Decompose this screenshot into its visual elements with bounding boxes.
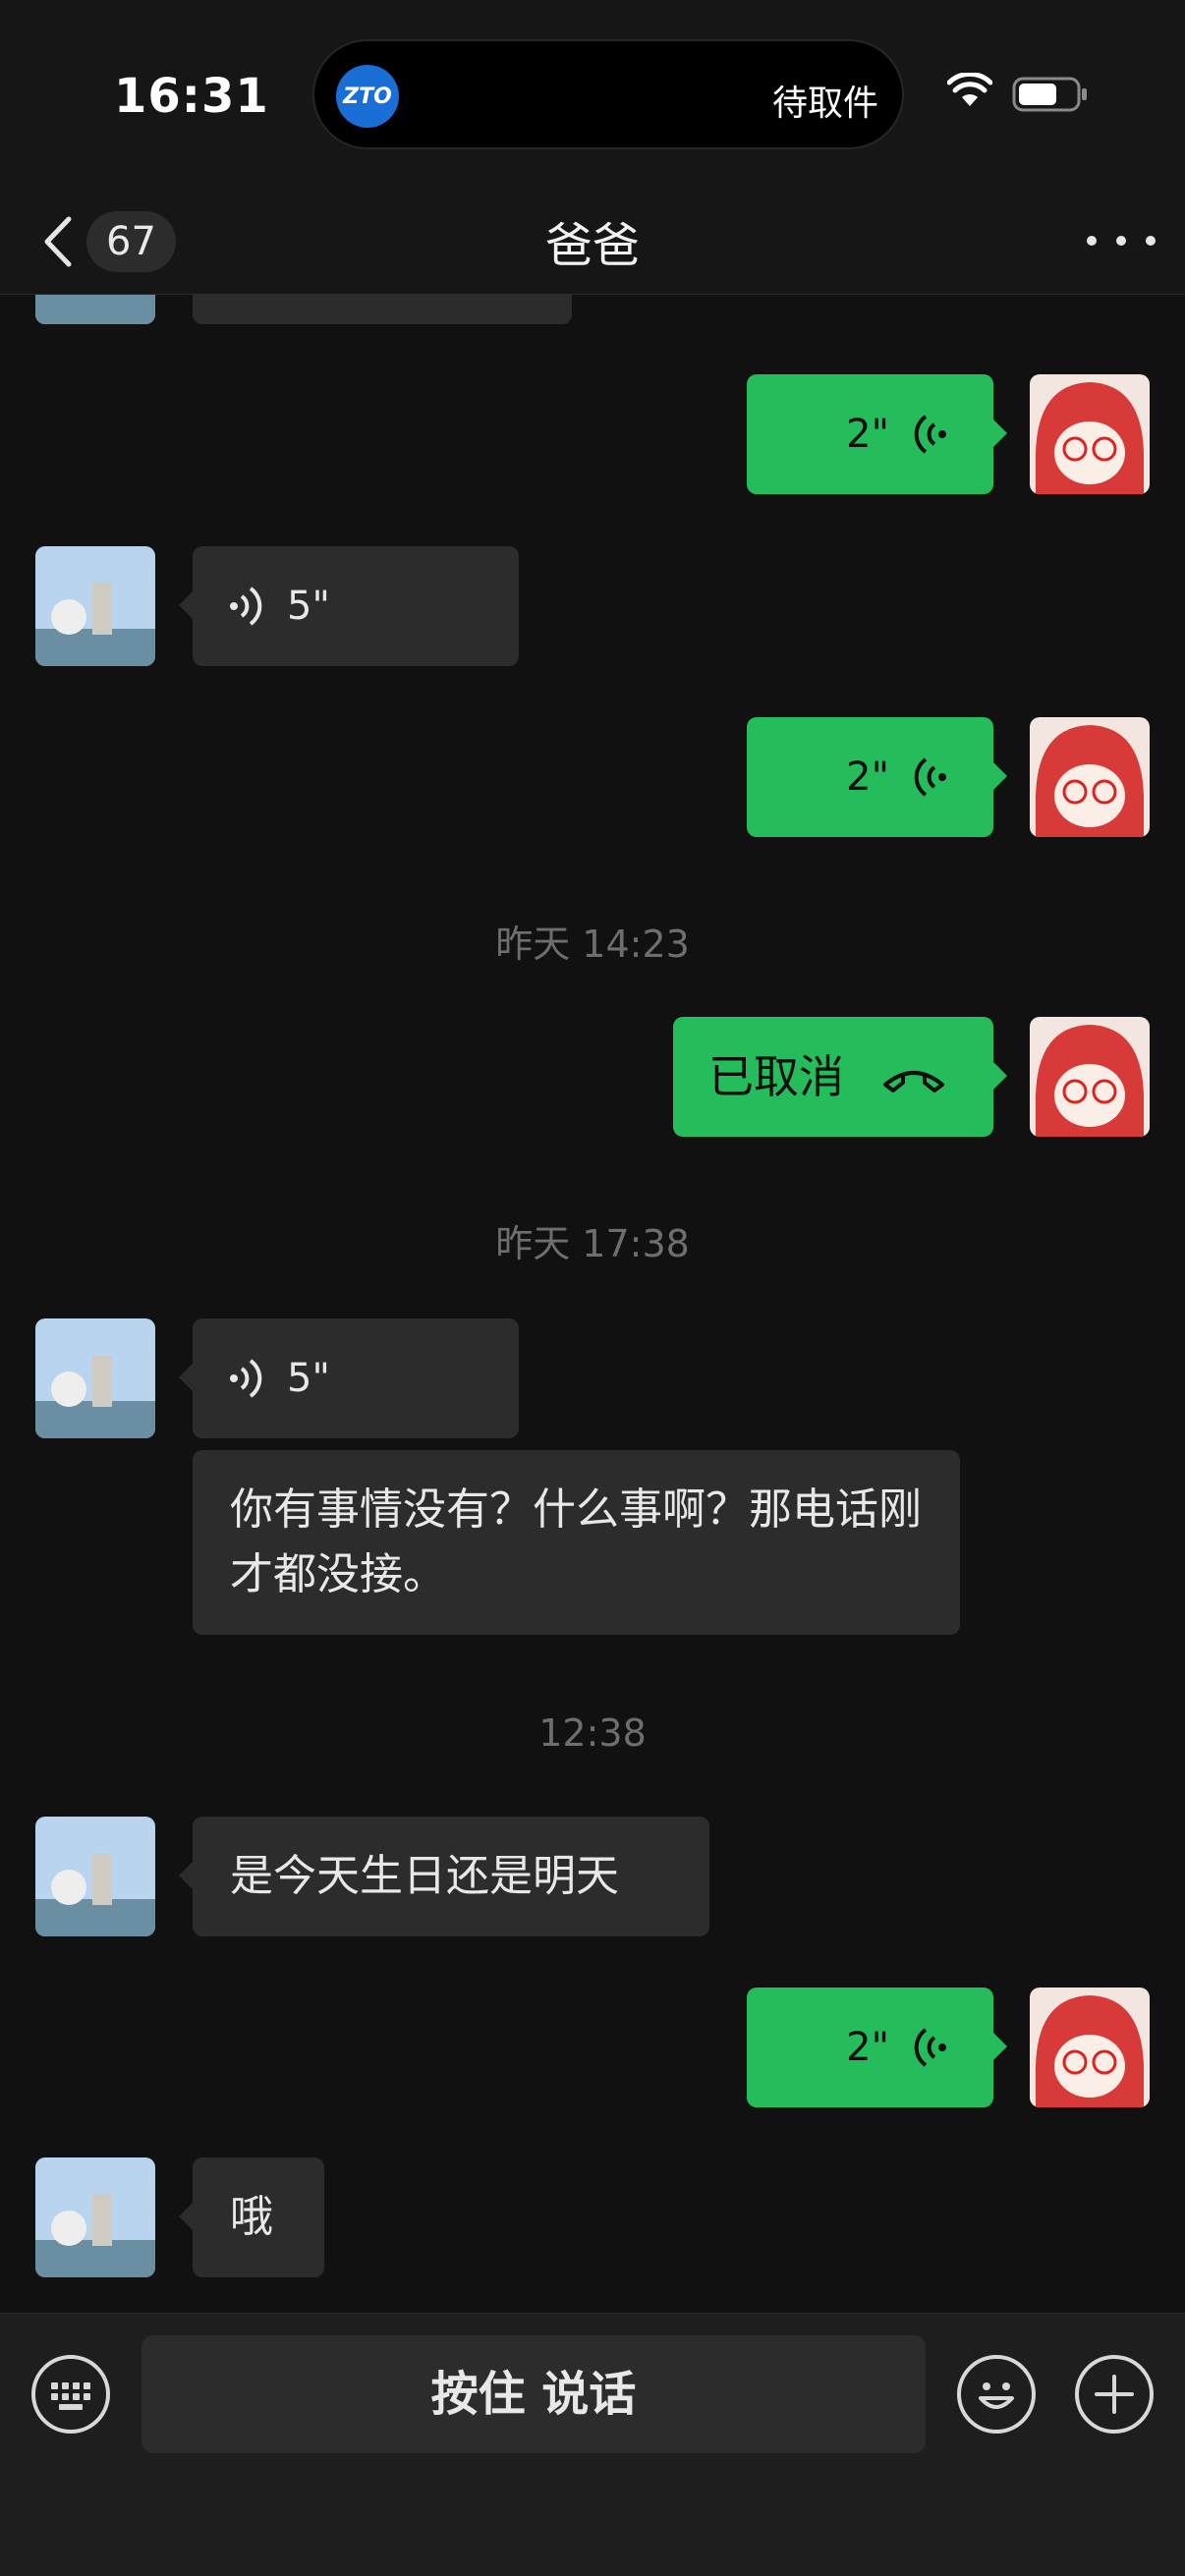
input-bar: 按住 说话 (0, 2313, 1185, 2576)
emoji-icon (979, 2382, 1014, 2409)
message-bubble-partial[interactable] (193, 295, 572, 324)
phone-hangup-icon (883, 1071, 944, 1092)
avatar-me[interactable] (1030, 1988, 1150, 2107)
timestamp: 昨天 14:23 (495, 923, 690, 966)
voice-wave-icon (230, 587, 262, 626)
voice-message-out[interactable]: 2" (747, 717, 1007, 837)
voice-wave-icon (914, 2028, 946, 2067)
avatar-father[interactable] (35, 295, 155, 324)
voice-message-out[interactable]: 2" (747, 374, 1007, 494)
voice-duration: 2" (846, 2025, 889, 2070)
voice-wave-icon (230, 1359, 262, 1398)
avatar-father[interactable] (35, 1318, 155, 1438)
more-actions-button[interactable] (1075, 2355, 1154, 2434)
avatar-father[interactable] (35, 1817, 155, 1936)
call-cancelled-message[interactable]: 已取消 (673, 1017, 1007, 1137)
voice-transcription[interactable]: 你有事情没有？什么事啊？那电话刚才都没接。 (193, 1450, 960, 1635)
chat-header: 67 爸爸 (0, 187, 1185, 295)
avatar-me[interactable] (1030, 374, 1150, 494)
chat-title: 爸爸 (544, 218, 640, 273)
zto-logo-icon: ZTO (336, 65, 399, 128)
voice-duration: 5" (287, 584, 330, 629)
voice-message-in[interactable]: 5" (179, 546, 519, 666)
text-message-in[interactable]: 哦 (179, 2157, 324, 2277)
call-status-text: 已取消 (708, 1050, 844, 1103)
island-status-text: 待取件 (771, 84, 878, 124)
voice-wave-icon (914, 757, 946, 797)
timestamp: 12:38 (538, 1711, 647, 1755)
plus-icon (1095, 2375, 1134, 2414)
battery-icon (1012, 77, 1087, 112)
more-button[interactable] (1087, 216, 1156, 265)
voice-message-in[interactable]: 5" (179, 1318, 519, 1438)
hold-to-talk-button[interactable]: 按住 说话 (141, 2335, 926, 2453)
more-icon (1087, 236, 1097, 246)
voice-duration: 2" (846, 412, 889, 457)
keyboard-icon (51, 2382, 90, 2410)
wifi-icon (947, 73, 992, 106)
dynamic-island[interactable]: ZTO 待取件 (312, 39, 904, 149)
avatar-father[interactable] (35, 546, 155, 666)
keyboard-toggle-button[interactable] (31, 2355, 110, 2434)
avatar-me[interactable] (1030, 1017, 1150, 1137)
voice-duration: 5" (287, 1356, 330, 1401)
timestamp: 昨天 17:38 (495, 1222, 690, 1265)
voice-message-out[interactable]: 2" (747, 1988, 1007, 2107)
status-time: 16:31 (114, 69, 269, 124)
emoji-button[interactable] (957, 2355, 1036, 2434)
chat-messages[interactable]: 2" 5" 2" 昨天 14:23 已取消 昨天 17:38 5" 你有事情没有… (0, 295, 1185, 2313)
avatar-father[interactable] (35, 2157, 155, 2277)
status-bar: 16:31 ZTO 待取件 (0, 0, 1185, 187)
text-message-in[interactable]: 是今天生日还是明天 (179, 1817, 709, 1936)
avatar-me[interactable] (1030, 717, 1150, 837)
voice-wave-icon (914, 415, 946, 454)
voice-duration: 2" (846, 755, 889, 800)
